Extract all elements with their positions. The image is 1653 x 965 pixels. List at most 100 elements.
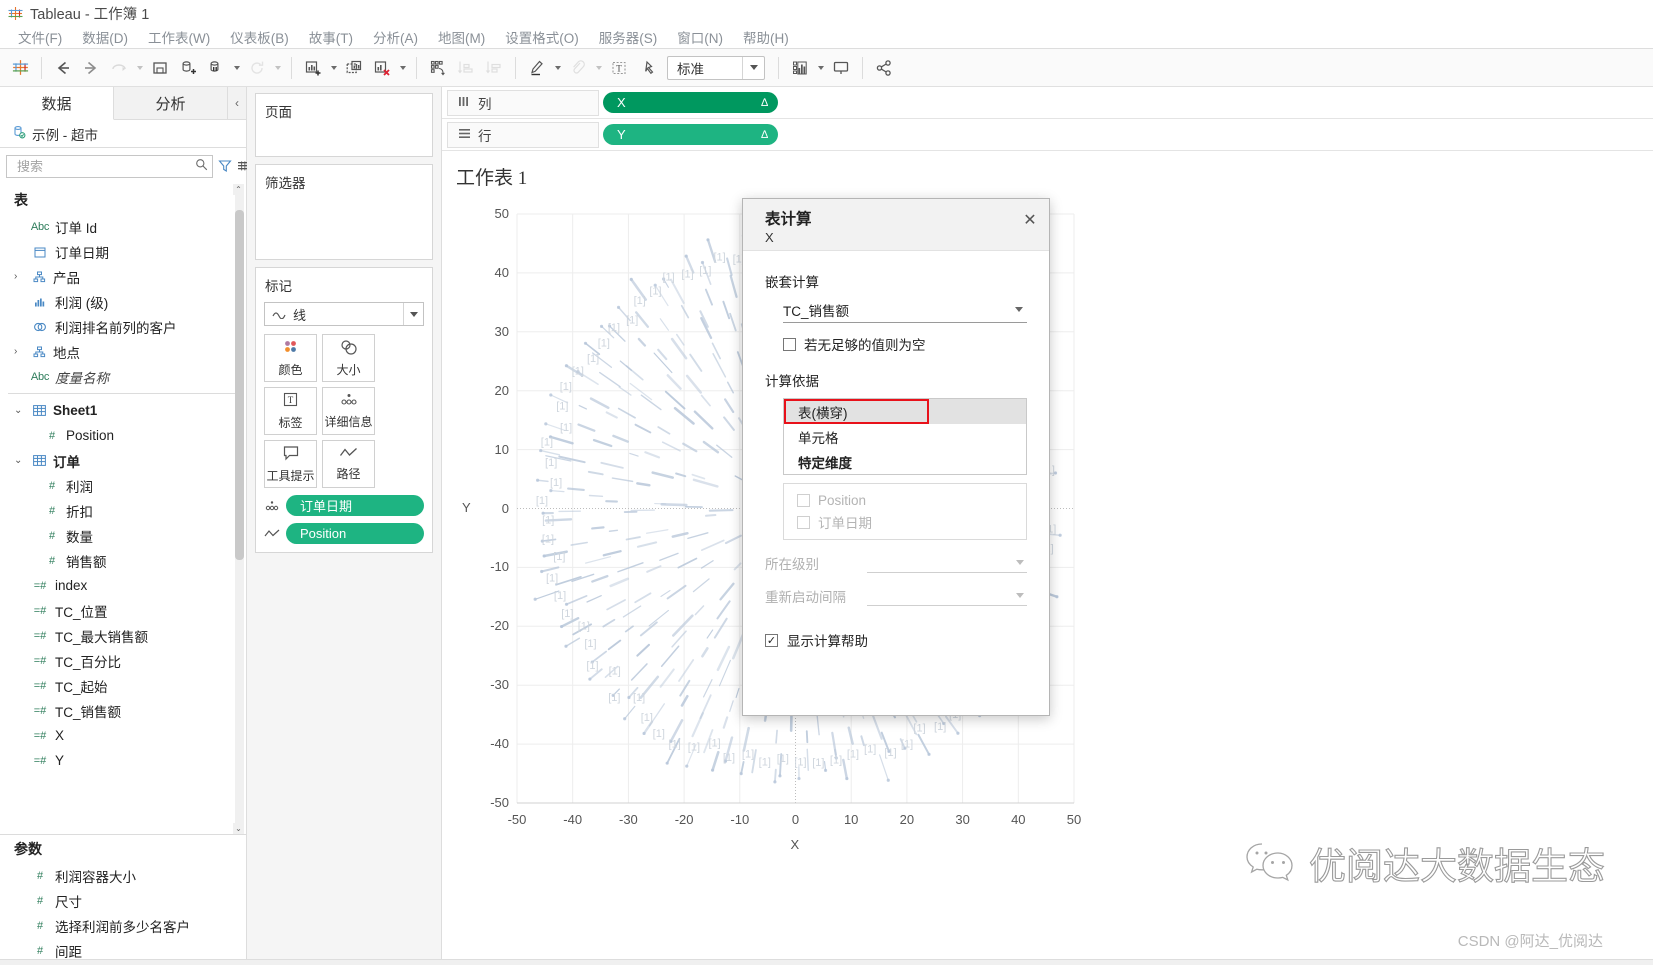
menu-server[interactable]: 服务器(S) <box>589 26 668 48</box>
chevron-left-icon[interactable]: ‹ <box>228 87 246 119</box>
field-top-profit-customers[interactable]: 利润排名前列的客户 <box>0 314 246 339</box>
new-dashboard-icon[interactable] <box>340 54 368 82</box>
shelf-pill-y[interactable]: Y ∆ <box>603 124 778 145</box>
columns-shelf[interactable]: 列 X ∆ <box>442 87 1653 119</box>
marks-path-button[interactable]: 路径 <box>322 440 375 488</box>
field-measure-names[interactable]: Abc 度量名称 <box>0 364 246 389</box>
field-tc-percent[interactable]: =# TC_百分比 <box>0 648 246 673</box>
tableau-home-icon[interactable] <box>6 54 34 82</box>
table-sheet1[interactable]: ⌄ Sheet1 <box>0 398 246 423</box>
marks-color-button[interactable]: 颜色 <box>264 334 317 382</box>
field-tc-sales[interactable]: =# TC_销售额 <box>0 698 246 723</box>
pause-datasource-icon[interactable] <box>202 54 230 82</box>
scroll-up-icon[interactable]: ⌃ <box>233 184 244 195</box>
rows-shelf[interactable]: 行 Y ∆ <box>442 119 1653 151</box>
marks-tooltip-button[interactable]: 工具提示 <box>264 440 317 488</box>
menu-analysis[interactable]: 分析(A) <box>363 26 428 48</box>
field-tc-max-sales[interactable]: =# TC_最大销售额 <box>0 623 246 648</box>
swap-rows-columns-icon[interactable] <box>424 54 452 82</box>
forward-arrow-icon[interactable] <box>77 54 105 82</box>
param-top-n-customers[interactable]: # 选择利润前多少名客户 <box>0 913 246 938</box>
pages-card[interactable]: 页面 <box>255 93 433 157</box>
marks-type-caret[interactable] <box>403 303 423 325</box>
show-calc-help-checkbox[interactable]: ✓ 显示计算帮助 <box>765 630 1027 650</box>
show-me-caret[interactable] <box>814 54 827 82</box>
search-field[interactable] <box>15 157 195 175</box>
field-product[interactable]: › 产品 <box>0 264 246 289</box>
fix-axes-icon[interactable] <box>633 54 661 82</box>
show-labels-icon[interactable]: T <box>605 54 633 82</box>
field-profit[interactable]: # 利润 <box>0 473 246 498</box>
add-datasource-icon[interactable] <box>174 54 202 82</box>
shelf-pill-x[interactable]: X ∆ <box>603 92 778 113</box>
marks-detail-button[interactable]: 详细信息 <box>322 387 375 435</box>
option-cell[interactable]: 单元格 <box>784 424 1026 449</box>
expander-icon[interactable]: › <box>14 346 27 357</box>
close-icon[interactable]: ✕ <box>1019 209 1041 231</box>
save-icon[interactable] <box>146 54 174 82</box>
tab-analytics[interactable]: 分析 <box>114 87 228 119</box>
pause-dropdown-caret[interactable] <box>230 54 243 82</box>
compute-using-list[interactable]: 表(横穿) 单元格 特定维度 <box>783 398 1027 475</box>
menu-map[interactable]: 地图(M) <box>428 26 495 48</box>
field-x[interactable]: =# X <box>0 723 246 748</box>
menu-worksheet[interactable]: 工作表(W) <box>138 26 220 48</box>
table-orders[interactable]: ⌄ 订单 <box>0 448 246 473</box>
field-position[interactable]: # Position <box>0 423 246 448</box>
fit-select[interactable]: 标准 <box>667 55 765 80</box>
field-profit-bin[interactable]: 利润 (级) <box>0 289 246 314</box>
highlight-icon[interactable] <box>523 54 551 82</box>
clear-sheet-caret[interactable] <box>396 54 409 82</box>
checkbox-box[interactable] <box>783 337 796 351</box>
share-icon[interactable] <box>870 54 898 82</box>
new-worksheet-caret[interactable] <box>327 54 340 82</box>
columns-drop-area[interactable]: X ∆ <box>599 87 1653 118</box>
filter-icon[interactable] <box>218 156 232 176</box>
scroll-down-icon[interactable]: ⌄ <box>233 823 244 834</box>
expander-icon[interactable]: ⌄ <box>14 405 27 416</box>
chevron-down-icon[interactable] <box>1015 307 1023 312</box>
new-worksheet-icon[interactable] <box>299 54 327 82</box>
marks-size-button[interactable]: 大小 <box>322 334 375 382</box>
field-tc-start[interactable]: =# TC_起始 <box>0 673 246 698</box>
field-location[interactable]: › 地点 <box>0 339 246 364</box>
field-y[interactable]: =# Y <box>0 748 246 773</box>
pill-position[interactable]: Position <box>286 523 424 544</box>
clear-sheet-icon[interactable] <box>368 54 396 82</box>
search-input[interactable] <box>6 154 213 178</box>
field-sales[interactable]: # 销售额 <box>0 548 246 573</box>
menu-data[interactable]: 数据(D) <box>72 26 138 48</box>
field-quantity[interactable]: # 数量 <box>0 523 246 548</box>
param-size[interactable]: # 尺寸 <box>0 888 246 913</box>
field-list[interactable]: 表 Abc 订单 Id 订单日期 › 产品 利润 (级) 利润排名前列的客户 ›… <box>0 184 246 834</box>
menu-format[interactable]: 设置格式(O) <box>495 26 589 48</box>
menu-help[interactable]: 帮助(H) <box>733 26 799 48</box>
checkbox-box[interactable]: ✓ <box>765 633 778 647</box>
pill-order-date[interactable]: 订单日期 <box>286 495 424 516</box>
filters-card[interactable]: 筛选器 <box>255 164 433 260</box>
rows-drop-area[interactable]: Y ∆ <box>599 119 1653 150</box>
fit-select-caret[interactable] <box>742 56 764 79</box>
highlight-caret[interactable] <box>551 54 564 82</box>
option-specific-dimensions[interactable]: 特定维度 <box>784 449 1026 474</box>
option-table-across[interactable]: 表(横穿) <box>784 399 1026 424</box>
field-list-scrollbar-thumb[interactable] <box>235 210 244 560</box>
field-discount[interactable]: # 折扣 <box>0 498 246 523</box>
back-arrow-icon[interactable] <box>49 54 77 82</box>
presentation-mode-icon[interactable] <box>827 54 855 82</box>
menu-file[interactable]: 文件(F) <box>8 26 72 48</box>
null-if-not-enough-checkbox[interactable]: 若无足够的值则为空 <box>783 334 1027 354</box>
menu-story[interactable]: 故事(T) <box>299 26 363 48</box>
marks-label-button[interactable]: T 标签 <box>264 387 317 435</box>
show-me-icon[interactable] <box>786 54 814 82</box>
expander-icon[interactable]: ⌄ <box>14 455 27 466</box>
field-index[interactable]: =# index <box>0 573 246 598</box>
marks-type-select[interactable]: 线 <box>264 302 424 326</box>
menu-dashboard[interactable]: 仪表板(B) <box>220 26 299 48</box>
table-calculation-dialog[interactable]: 表计算 X ✕ 嵌套计算 TC_销售额 若无足够的值则为空 计算依据 表(横穿)… <box>742 198 1050 716</box>
datasource-row[interactable]: 示例 - 超市 <box>0 120 246 148</box>
nested-calc-select[interactable]: TC_销售额 <box>783 297 1027 323</box>
field-tc-position[interactable]: =# TC_位置 <box>0 598 246 623</box>
field-order-id[interactable]: Abc 订单 Id <box>0 214 246 239</box>
menu-window[interactable]: 窗口(N) <box>667 26 733 48</box>
